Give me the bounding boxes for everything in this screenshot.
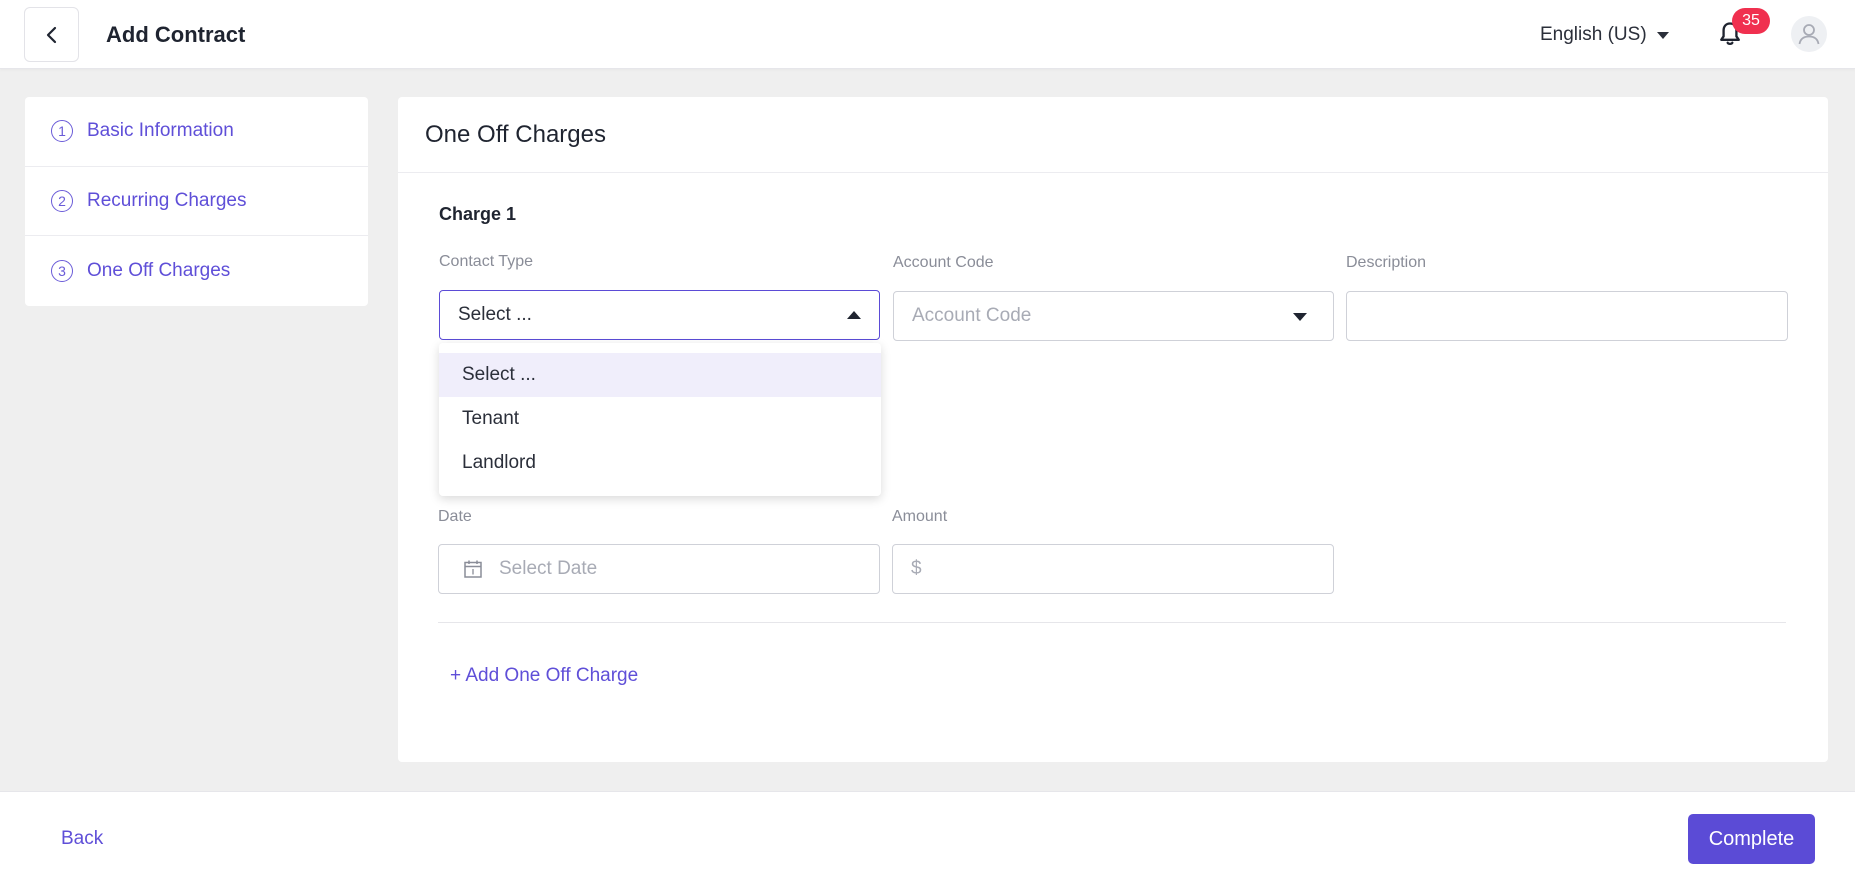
calendar-icon <box>464 560 482 578</box>
steps-sidebar: 1 Basic Information 2 Recurring Charges … <box>25 97 368 306</box>
step-basic-information[interactable]: 1 Basic Information <box>25 97 368 167</box>
caret-up-icon <box>847 311 861 319</box>
complete-button[interactable]: Complete <box>1688 814 1815 864</box>
amount-input[interactable]: $ <box>892 544 1334 594</box>
step-label: Basic Information <box>87 120 234 142</box>
contact-type-dropdown: Select ... Tenant Landlord <box>439 343 881 496</box>
caret-down-icon <box>1656 31 1669 39</box>
step-number: 2 <box>51 189 73 212</box>
chevron-left-icon <box>46 26 56 43</box>
step-recurring-charges[interactable]: 2 Recurring Charges <box>25 167 368 237</box>
step-one-off-charges[interactable]: 3 One Off Charges <box>25 236 368 306</box>
section-title: One Off Charges <box>425 120 606 148</box>
caret-down-icon <box>1293 313 1307 321</box>
account-code-select[interactable]: Account Code <box>893 291 1334 341</box>
card-header: One Off Charges <box>398 97 1828 173</box>
contact-type-label: Contact Type <box>439 253 533 270</box>
step-number: 3 <box>51 259 73 282</box>
date-picker[interactable]: Select Date <box>438 544 880 594</box>
back-arrow-button[interactable] <box>24 7 79 62</box>
user-icon <box>1798 24 1820 45</box>
language-selector[interactable]: English (US) <box>1540 24 1669 46</box>
back-link[interactable]: Back <box>61 828 103 850</box>
step-label: One Off Charges <box>87 259 231 281</box>
amount-label: Amount <box>892 508 948 525</box>
contact-type-select[interactable]: Select ... <box>439 290 880 340</box>
avatar[interactable] <box>1791 16 1827 52</box>
section-divider <box>438 622 1786 623</box>
top-header: Add Contract English (US) 35 <box>0 0 1855 69</box>
charge-heading: Charge 1 <box>439 204 517 224</box>
page-title: Add Contract <box>106 22 246 47</box>
dropdown-option[interactable]: Tenant <box>439 397 881 441</box>
currency-prefix: $ <box>911 558 922 579</box>
account-code-placeholder: Account Code <box>912 305 1032 326</box>
notification-badge: 35 <box>1732 8 1770 34</box>
description-input[interactable] <box>1346 291 1788 341</box>
step-label: Recurring Charges <box>87 189 247 211</box>
description-label: Description <box>1346 254 1427 271</box>
date-label: Date <box>438 508 472 525</box>
dropdown-option[interactable]: Select ... <box>439 353 881 397</box>
language-label: English (US) <box>1540 24 1647 45</box>
dropdown-option[interactable]: Landlord <box>439 441 881 485</box>
account-code-label: Account Code <box>893 254 994 271</box>
step-number: 1 <box>51 120 73 143</box>
footer-bar: Back Complete <box>0 791 1855 887</box>
contact-type-value: Select ... <box>458 304 532 325</box>
date-placeholder: Select Date <box>499 558 598 579</box>
add-one-off-charge-link[interactable]: + Add One Off Charge <box>450 665 638 687</box>
